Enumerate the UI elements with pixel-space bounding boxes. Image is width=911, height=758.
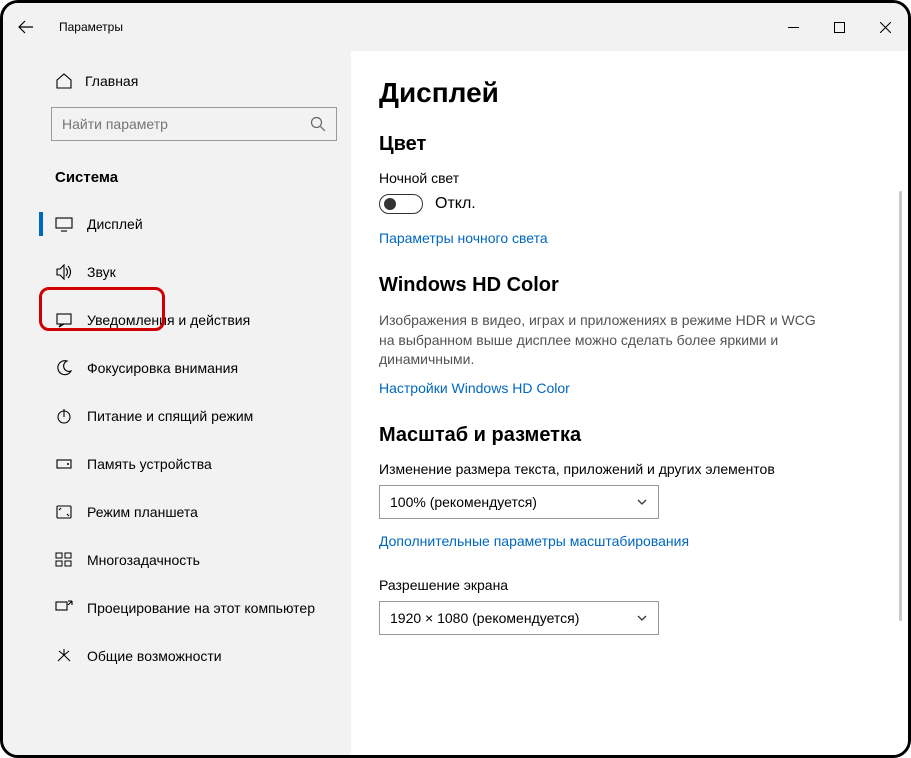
sidebar-item-display[interactable]: Дисплей (3, 200, 351, 248)
sidebar-item-focus-assist[interactable]: Фокусировка внимания (3, 344, 351, 392)
project-icon (55, 599, 73, 617)
chevron-down-icon (636, 612, 648, 624)
titlebar: Параметры (3, 3, 908, 51)
close-button[interactable] (862, 3, 908, 51)
sidebar-home-label: Главная (85, 73, 138, 89)
notifications-icon (55, 311, 73, 329)
tablet-icon (55, 503, 73, 521)
sidebar-item-label: Уведомления и действия (87, 312, 250, 328)
search-container (3, 101, 351, 147)
content-pane: Дисплей Цвет Ночной свет Откл. Параметры… (351, 51, 908, 755)
search-input[interactable] (62, 116, 310, 132)
minimize-icon (788, 22, 799, 33)
settings-window: Параметры Главная (0, 0, 911, 758)
shared-icon (55, 647, 73, 665)
sidebar-item-sound[interactable]: Звук (3, 248, 351, 296)
hd-color-settings-link[interactable]: Настройки Windows HD Color (379, 380, 880, 396)
sidebar-item-storage[interactable]: Память устройства (3, 440, 351, 488)
sidebar-item-power[interactable]: Питание и спящий режим (3, 392, 351, 440)
moon-icon (55, 359, 73, 377)
night-light-toggle-row: Откл. (379, 194, 880, 214)
sidebar-item-multitasking[interactable]: Многозадачность (3, 536, 351, 584)
search-icon (310, 116, 326, 132)
sidebar-item-label: Многозадачность (87, 552, 200, 568)
hd-color-heading: Windows HD Color (379, 274, 880, 297)
close-icon (880, 22, 891, 33)
scale-heading: Масштаб и разметка (379, 424, 880, 447)
window-controls (770, 3, 908, 51)
minimize-button[interactable] (770, 3, 816, 51)
sidebar-item-label: Дисплей (87, 216, 143, 232)
sidebar-home[interactable]: Главная (3, 61, 351, 101)
storage-icon (55, 455, 73, 473)
color-heading: Цвет (379, 133, 880, 156)
sidebar-item-label: Питание и спящий режим (87, 408, 253, 424)
sidebar-item-tablet[interactable]: Режим планшета (3, 488, 351, 536)
sidebar-nav: Дисплей Звук Уведомления и действия Фоку… (3, 200, 351, 680)
sidebar-item-label: Проецирование на этот компьютер (87, 600, 315, 616)
night-light-settings-link[interactable]: Параметры ночного света (379, 230, 880, 246)
sidebar-item-projecting[interactable]: Проецирование на этот компьютер (3, 584, 351, 632)
night-light-toggle[interactable] (379, 194, 423, 214)
window-body: Главная Система Дисплей Звук (3, 51, 908, 755)
scale-label: Изменение размера текста, приложений и д… (379, 461, 880, 477)
sidebar-item-label: Память устройства (87, 456, 212, 472)
advanced-scaling-link[interactable]: Дополнительные параметры масштабирования (379, 533, 880, 549)
sidebar: Главная Система Дисплей Звук (3, 51, 351, 755)
sidebar-item-label: Режим планшета (87, 504, 198, 520)
chevron-down-icon (636, 496, 648, 508)
home-icon (55, 72, 73, 90)
sidebar-item-label: Общие возможности (87, 648, 222, 664)
toggle-state-text: Откл. (435, 195, 476, 213)
toggle-knob-icon (384, 198, 396, 210)
sidebar-item-notifications[interactable]: Уведомления и действия (3, 296, 351, 344)
power-icon (55, 407, 73, 425)
scale-select-value: 100% (рекомендуется) (390, 494, 537, 510)
sidebar-item-label: Звук (87, 264, 116, 280)
resolution-label: Разрешение экрана (379, 577, 880, 593)
sidebar-section-title: Система (3, 147, 351, 200)
display-icon (55, 215, 73, 233)
sidebar-item-shared[interactable]: Общие возможности (3, 632, 351, 680)
arrow-left-icon (18, 19, 34, 35)
back-button[interactable] (3, 3, 49, 51)
night-light-label: Ночной свет (379, 170, 880, 186)
resolution-select-value: 1920 × 1080 (рекомендуется) (390, 610, 579, 626)
window-title: Параметры (59, 20, 123, 34)
multitask-icon (55, 551, 73, 569)
sound-icon (55, 263, 73, 281)
hd-color-description: Изображения в видео, играх и приложениях… (379, 311, 819, 370)
page-title: Дисплей (379, 77, 880, 109)
maximize-button[interactable] (816, 3, 862, 51)
resolution-select[interactable]: 1920 × 1080 (рекомендуется) (379, 601, 659, 635)
sidebar-item-label: Фокусировка внимания (87, 360, 238, 376)
search-box[interactable] (51, 107, 337, 141)
maximize-icon (834, 22, 845, 33)
content-scrollbar[interactable] (899, 191, 902, 621)
scale-select[interactable]: 100% (рекомендуется) (379, 485, 659, 519)
